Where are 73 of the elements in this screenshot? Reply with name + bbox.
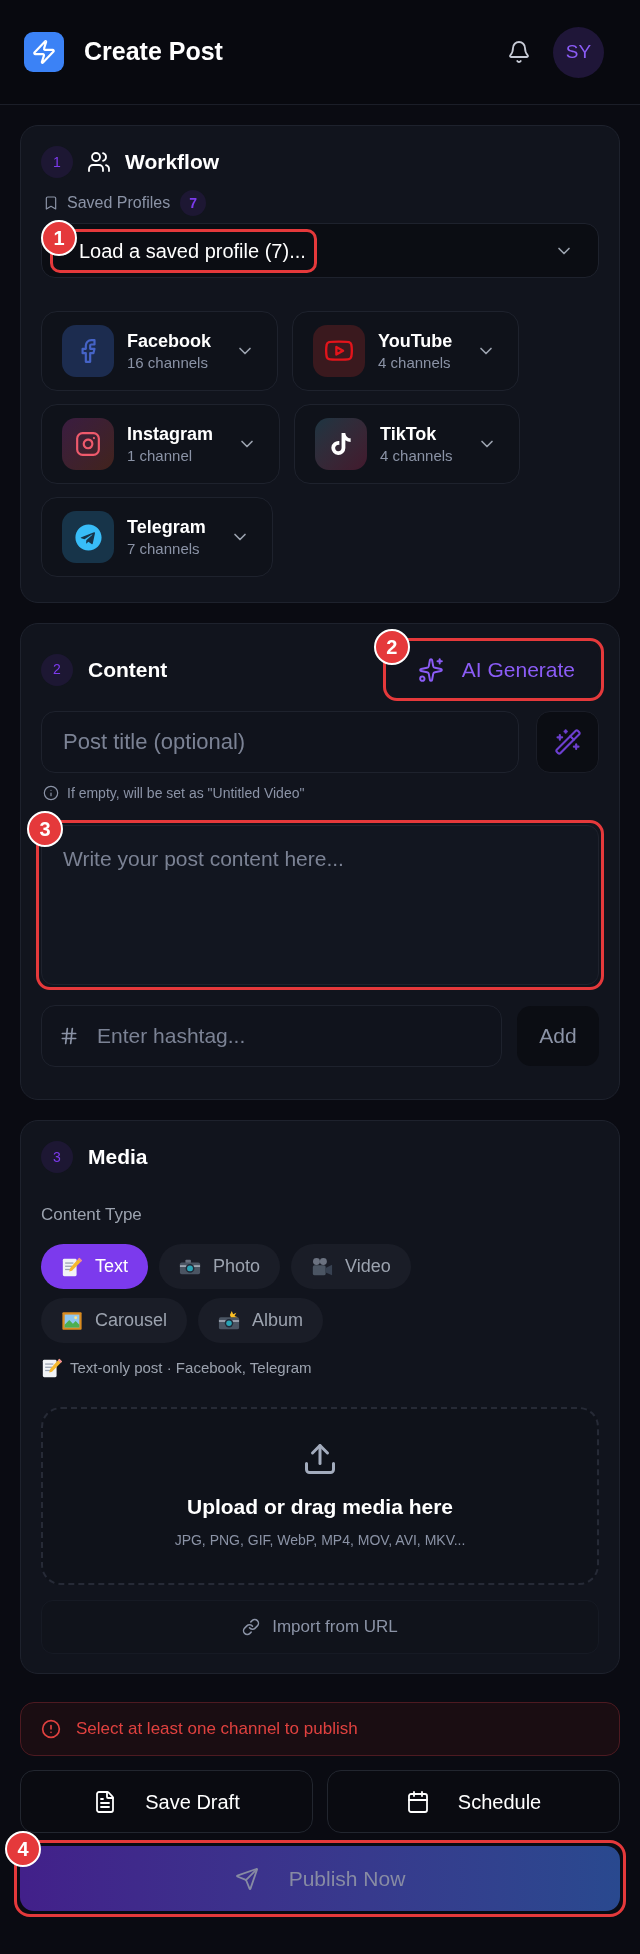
step-number: 1 xyxy=(41,146,73,178)
movie-camera-icon xyxy=(311,1255,334,1278)
info-icon xyxy=(43,785,59,801)
content-type-chip[interactable]: Album xyxy=(198,1298,324,1343)
platform-card[interactable]: Facebook 16 channels xyxy=(41,311,279,391)
hashtag-input[interactable]: Enter hashtag... xyxy=(41,1005,502,1067)
callout-badge: 3 xyxy=(27,811,63,847)
platform-card[interactable]: TikTok 4 channels xyxy=(294,404,520,484)
profile-select[interactable]: Load a saved profile (7)... 1 xyxy=(41,223,599,278)
camera-flash-icon xyxy=(218,1309,241,1332)
bookmark-icon xyxy=(43,195,59,211)
count-badge: 7 xyxy=(180,190,207,216)
people-icon xyxy=(87,150,111,174)
alert-circle-icon xyxy=(41,1719,61,1739)
step-number: 3 xyxy=(41,1141,73,1173)
platform-name: Facebook xyxy=(127,330,212,353)
magic-wand-icon xyxy=(553,728,582,756)
framed-picture-icon xyxy=(61,1309,83,1332)
channel-count: 4 channels xyxy=(378,353,452,373)
step-number: 2 xyxy=(41,653,73,686)
link-icon xyxy=(242,1618,261,1636)
channel-count: 7 channels xyxy=(127,539,201,559)
telegram-logo-icon xyxy=(62,511,114,563)
send-icon xyxy=(234,1866,259,1891)
platform-name: Instagram xyxy=(127,423,214,446)
add-button[interactable]: Add xyxy=(517,1006,599,1066)
notification-bell-icon[interactable] xyxy=(507,40,531,64)
title-input[interactable]: Post title (optional) xyxy=(41,711,519,773)
section-title: Content xyxy=(88,656,168,683)
memo-pencil-icon xyxy=(41,1357,63,1379)
section-title: Workflow xyxy=(125,149,220,176)
callout-badge: 4 xyxy=(5,1831,41,1867)
content-type-summary: Text-only post · Facebook, Telegram xyxy=(70,1357,312,1378)
avatar-button[interactable]: SY xyxy=(553,26,604,78)
platform-card[interactable]: Telegram 7 channels xyxy=(41,497,273,577)
channel-count: 4 channels xyxy=(380,446,453,466)
channel-count: 1 channel xyxy=(127,446,194,466)
calendar-icon xyxy=(405,1789,430,1814)
tiktok-logo-icon xyxy=(315,418,368,470)
callout-badge: 2 xyxy=(373,629,410,665)
dropzone-title: Upload or drag media here xyxy=(186,1494,454,1520)
section-title: Media xyxy=(88,1144,148,1171)
page-title: Create Post xyxy=(84,36,223,68)
schedule-button[interactable]: Schedule xyxy=(327,1770,620,1833)
supported-formats: JPG, PNG, GIF, WebP, MP4, MOV, AVI, MKV... xyxy=(174,1531,466,1550)
platform-card[interactable]: Instagram 1 channel xyxy=(41,404,281,484)
content-type-chip[interactable]: Carousel xyxy=(41,1298,188,1343)
saved-profiles-label: Saved Profiles xyxy=(67,193,171,213)
magic-wand-button[interactable] xyxy=(536,711,599,773)
content-type-chip[interactable]: Photo xyxy=(159,1244,281,1289)
hash-icon xyxy=(59,1026,79,1046)
upload-dropzone[interactable]: Upload or drag media here JPG, PNG, GIF, WebP, MP4, MOV, AVI, MKV... xyxy=(41,1407,599,1585)
import-url-button[interactable]: Import from URL xyxy=(41,1600,599,1654)
upload-icon xyxy=(302,1441,338,1477)
facebook-logo-icon xyxy=(62,325,114,377)
hint-text: If empty, will be set as "Untitled Video" xyxy=(67,783,305,803)
instagram-logo-icon xyxy=(62,418,114,470)
channel-count: 16 channels xyxy=(127,353,209,373)
platform-name: TikTok xyxy=(380,423,438,446)
platform-name: Telegram xyxy=(127,516,206,539)
content-type-label: Content Type xyxy=(41,1204,143,1226)
save-draft-button[interactable]: Save Draft xyxy=(20,1770,313,1833)
youtube-logo-icon xyxy=(313,325,366,377)
selected-value: Load a saved profile (7)... xyxy=(79,238,306,263)
platform-name: YouTube xyxy=(378,330,453,353)
lightning-logo-icon xyxy=(24,32,64,72)
callout-badge: 1 xyxy=(41,219,77,256)
alert-message: Select at least one channel to publish xyxy=(76,1718,358,1741)
sparkles-icon xyxy=(417,656,444,683)
content-type-chip[interactable]: Video xyxy=(291,1244,411,1289)
content-type-chip[interactable]: Text xyxy=(41,1244,148,1289)
memo-pencil-icon xyxy=(61,1255,83,1278)
platform-card[interactable]: YouTube 4 channels xyxy=(292,311,520,391)
